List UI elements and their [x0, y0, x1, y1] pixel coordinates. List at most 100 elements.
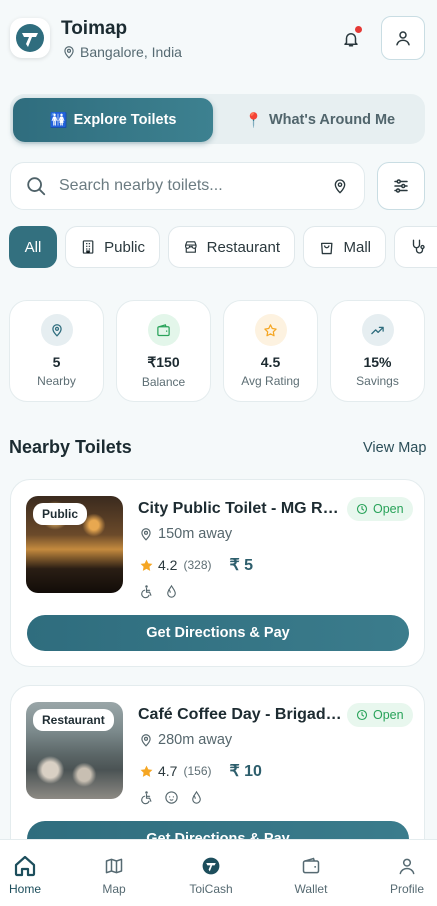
map-icon	[105, 858, 123, 874]
wheelchair-icon	[141, 585, 152, 599]
stat-balance[interactable]: ₹150 Balance	[116, 300, 211, 402]
get-directions-button[interactable]: Get Directions & Pay	[27, 615, 409, 651]
tab-explore-label: Explore Toilets	[73, 112, 177, 128]
status-text: Open	[373, 502, 404, 516]
currency-symbol: ₹	[229, 557, 240, 574]
nav-profile[interactable]: Profile	[372, 854, 437, 896]
toilet-name: City Public Toilet - MG Road	[138, 500, 343, 517]
stat-value: 4.5	[260, 354, 281, 370]
category-chips: All Public Restaurant Mall	[0, 226, 437, 270]
chip-public[interactable]: Public	[65, 226, 160, 268]
notifications-button[interactable]	[338, 26, 364, 52]
stat-label: Balance	[141, 375, 186, 389]
toimap-logo-icon	[16, 24, 44, 52]
amenities	[139, 790, 204, 805]
price: ₹ 5	[229, 555, 253, 575]
price: ₹ 10	[229, 761, 261, 781]
nav-wallet[interactable]: Wallet	[276, 854, 346, 896]
price-value: 10	[244, 763, 262, 780]
profile-button[interactable]	[381, 16, 425, 60]
pin-icon	[40, 314, 73, 346]
chip-mall[interactable]: Mall	[303, 226, 386, 268]
chip-mall-label: Mall	[343, 238, 371, 256]
baby-icon	[165, 791, 178, 804]
user-icon	[396, 31, 410, 46]
tab-whats-around-me[interactable]: 📍 What's Around Me	[220, 98, 420, 142]
stat-nearby: 5 Nearby	[9, 300, 104, 402]
category-tag: Restaurant	[33, 709, 114, 731]
toilet-card[interactable]: Public City Public Toilet - MG Road Open…	[10, 479, 425, 667]
chip-public-label: Public	[104, 238, 145, 256]
stat-value: 5	[52, 354, 61, 370]
chip-hospital[interactable]	[394, 226, 437, 268]
store-icon	[185, 241, 197, 253]
stat-savings: 15% Savings	[330, 300, 425, 402]
nav-toicash-label: ToiCash	[189, 882, 233, 896]
distance-text: 280m away	[158, 732, 233, 748]
amenities	[139, 584, 179, 599]
clock-icon	[356, 503, 368, 515]
app-header: Toimap Bangalore, India	[0, 0, 437, 78]
view-map-link[interactable]: View Map	[363, 440, 426, 456]
rating-value: 4.2	[158, 557, 178, 573]
status-badge: Open	[347, 497, 413, 521]
price-value: 5	[244, 557, 254, 574]
search-bar	[10, 162, 365, 210]
section-title: Nearby Toilets	[9, 437, 132, 457]
toicash-logo-icon	[202, 857, 220, 875]
nav-home[interactable]: Home	[0, 854, 60, 896]
currency-symbol: ₹	[229, 763, 240, 780]
map-pin-icon	[64, 46, 74, 59]
trend-up-icon	[361, 314, 394, 346]
restroom-icon: 🚻	[49, 112, 68, 129]
toilet-name: Café Coffee Day - Brigade Road	[138, 706, 343, 723]
user-icon	[399, 858, 415, 875]
review-count: (156)	[183, 764, 212, 778]
building-icon	[82, 240, 94, 254]
distance: 280m away	[139, 732, 232, 748]
water-drop-icon	[192, 790, 201, 804]
tab-explore-toilets[interactable]: 🚻 Explore Toilets	[13, 98, 213, 142]
wallet-icon	[147, 314, 180, 346]
sliders-icon	[394, 179, 408, 193]
wallet-icon	[302, 857, 320, 874]
home-icon	[14, 855, 36, 877]
stat-value: ₹150	[147, 354, 180, 370]
rating-row: 4.2 (328) ₹ 5	[139, 555, 253, 575]
map-pin-icon	[141, 528, 151, 541]
nav-home-label: Home	[8, 882, 41, 896]
chip-all-label: All	[24, 238, 42, 256]
wheelchair-icon	[141, 791, 152, 805]
location-label[interactable]: Bangalore, India	[62, 44, 182, 60]
toilet-photo: Public	[26, 496, 123, 593]
locate-pin-icon[interactable]	[332, 178, 348, 194]
chip-restaurant[interactable]: Restaurant	[168, 226, 295, 268]
stat-value: 15%	[363, 354, 392, 370]
map-pin-icon	[141, 734, 151, 747]
status-text: Open	[373, 708, 404, 722]
toilet-photo: Restaurant	[26, 702, 123, 799]
star-icon	[140, 559, 153, 571]
app-logo	[10, 18, 50, 58]
stat-label: Savings	[356, 374, 399, 388]
status-badge: Open	[347, 703, 413, 727]
rating-row: 4.7 (156) ₹ 10	[139, 761, 262, 781]
location-text: Bangalore, India	[80, 44, 182, 60]
rating-value: 4.7	[158, 763, 178, 779]
stethoscope-icon	[412, 239, 425, 254]
search-icon	[27, 177, 46, 196]
nav-toicash[interactable]: ToiCash	[176, 854, 246, 896]
filter-button[interactable]	[377, 162, 425, 210]
clock-icon	[356, 709, 368, 721]
mode-switch: 🚻 Explore Toilets 📍 What's Around Me	[10, 94, 425, 144]
app-title: Toimap	[61, 18, 128, 39]
chip-all[interactable]: All	[9, 226, 57, 268]
nav-map[interactable]: Map	[79, 854, 149, 896]
notification-dot	[355, 26, 362, 33]
nav-wallet-label: Wallet	[294, 882, 328, 896]
pushpin-icon: 📍	[244, 112, 263, 129]
review-count: (328)	[183, 558, 212, 572]
search-input[interactable]	[59, 177, 319, 195]
shopping-bag-icon	[320, 242, 333, 255]
nav-profile-label: Profile	[389, 882, 424, 896]
